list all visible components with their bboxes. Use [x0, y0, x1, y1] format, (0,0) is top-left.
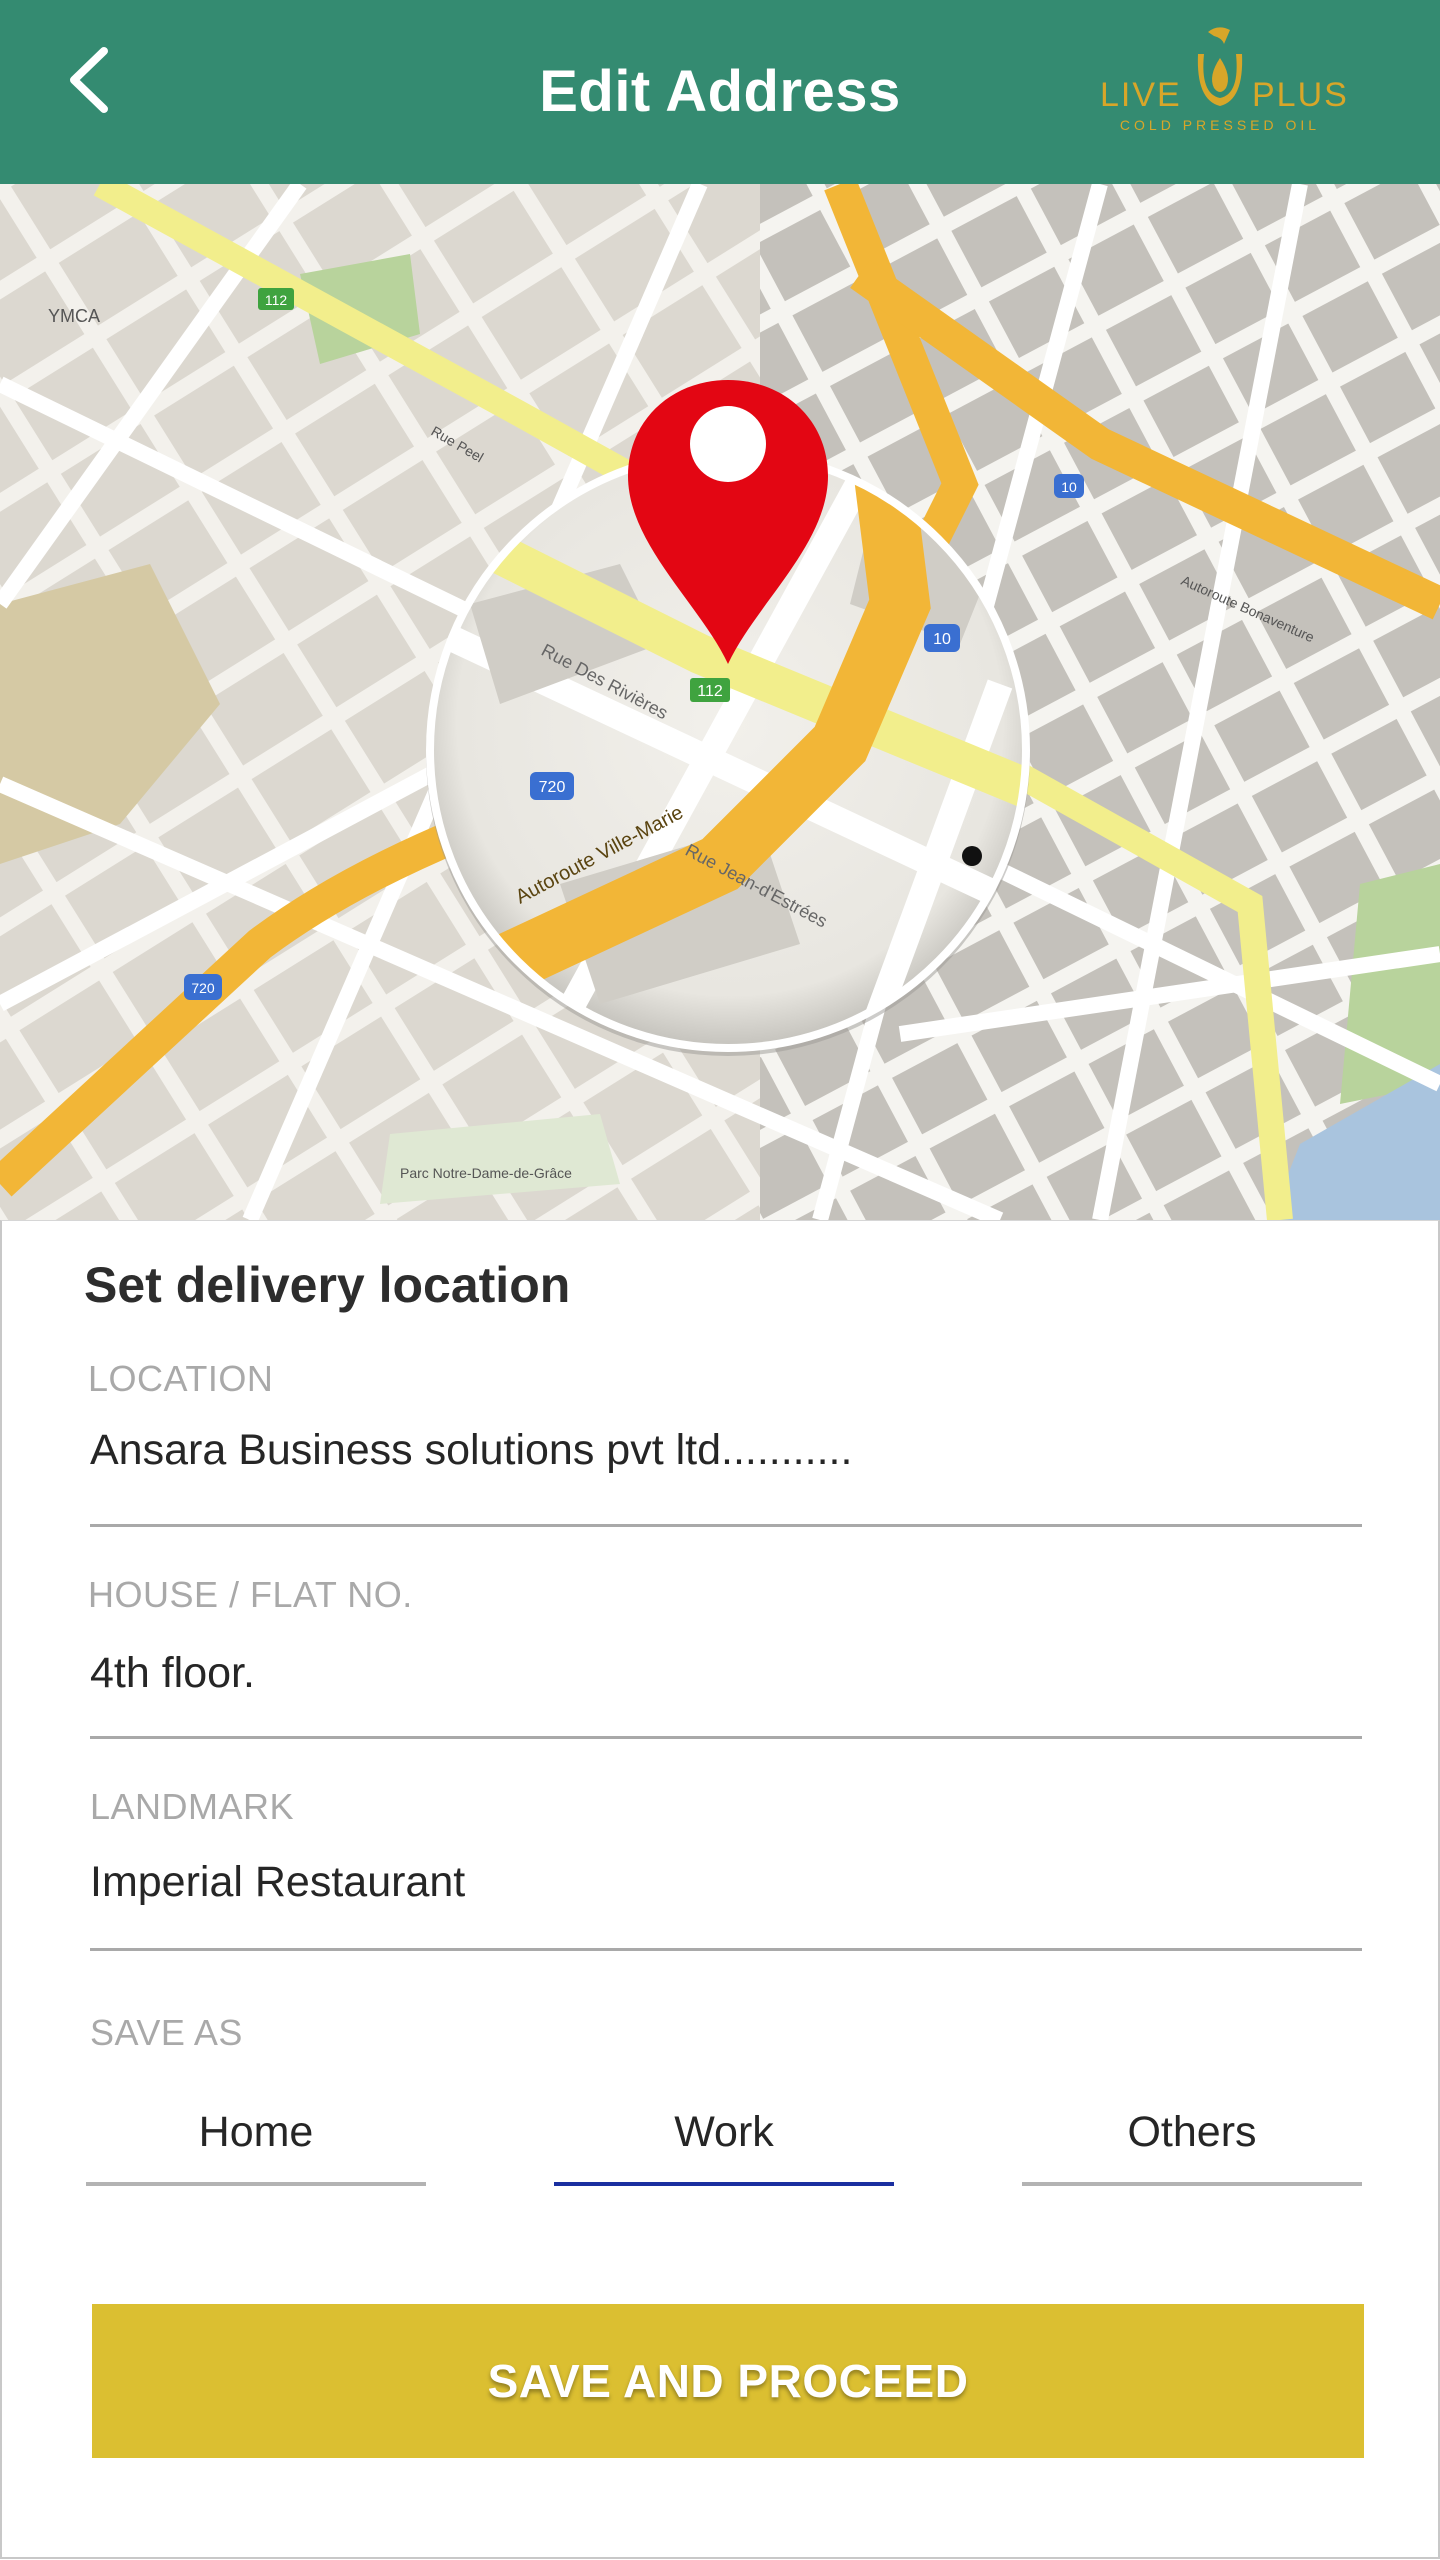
others-option-underline: [1022, 2182, 1362, 2186]
lens-route-10: 10: [933, 631, 951, 648]
landmark-underline: [90, 1948, 1362, 1951]
location-underline: [90, 1524, 1362, 1527]
location-input[interactable]: [90, 1420, 1362, 1480]
save-as-others-option[interactable]: Others: [1022, 2100, 1362, 2190]
save-as-label: SAVE AS: [90, 2012, 243, 2053]
app-header: Edit Address LIVE PLUS COLD PRESSED OIL: [0, 0, 1440, 184]
logo-tagline: COLD PRESSED OIL: [1120, 117, 1320, 133]
work-option-underline: [554, 2182, 894, 2186]
logo-text-right: PLUS: [1252, 76, 1349, 114]
save-and-proceed-button[interactable]: SAVE AND PROCEED: [92, 2304, 1364, 2458]
lens-route-112: 112: [697, 683, 723, 700]
home-option-underline: [86, 2182, 426, 2186]
house-input[interactable]: [90, 1643, 1362, 1703]
landmark-label: LANDMARK: [90, 1786, 295, 1827]
home-option-label: Home: [198, 2108, 314, 2156]
map-label-park: Parc Notre-Dame-de-Grâce: [400, 1165, 572, 1181]
save-and-proceed-label: SAVE AND PROCEED: [487, 2355, 969, 2407]
map-view[interactable]: 112 720 10 YMCA Rue Peel Autoroute Bonav…: [0, 184, 1440, 1220]
others-option-label: Others: [1127, 2108, 1257, 2156]
route-10-shield: 10: [1061, 479, 1077, 495]
map-label-ymca: YMCA: [48, 306, 100, 326]
landmark-input[interactable]: [90, 1852, 1362, 1912]
work-option-label: Work: [674, 2108, 774, 2156]
route-112-shield: 112: [265, 292, 288, 308]
location-label: LOCATION: [88, 1358, 274, 1399]
save-as-work-option[interactable]: Work: [554, 2100, 894, 2190]
form-heading: Set delivery location: [84, 1257, 571, 1313]
lens-route-720: 720: [539, 779, 566, 796]
route-720-shield: 720: [191, 980, 215, 996]
logo-text-left: LIVE: [1100, 76, 1182, 114]
brand-logo: LIVE PLUS COLD PRESSED OIL: [1100, 27, 1349, 133]
house-label: HOUSE / FLAT NO.: [88, 1574, 413, 1615]
house-underline: [90, 1736, 1362, 1739]
save-as-home-option[interactable]: Home: [86, 2100, 426, 2190]
map-canvas: 112 720 10 YMCA Rue Peel Autoroute Bonav…: [0, 184, 1440, 1220]
